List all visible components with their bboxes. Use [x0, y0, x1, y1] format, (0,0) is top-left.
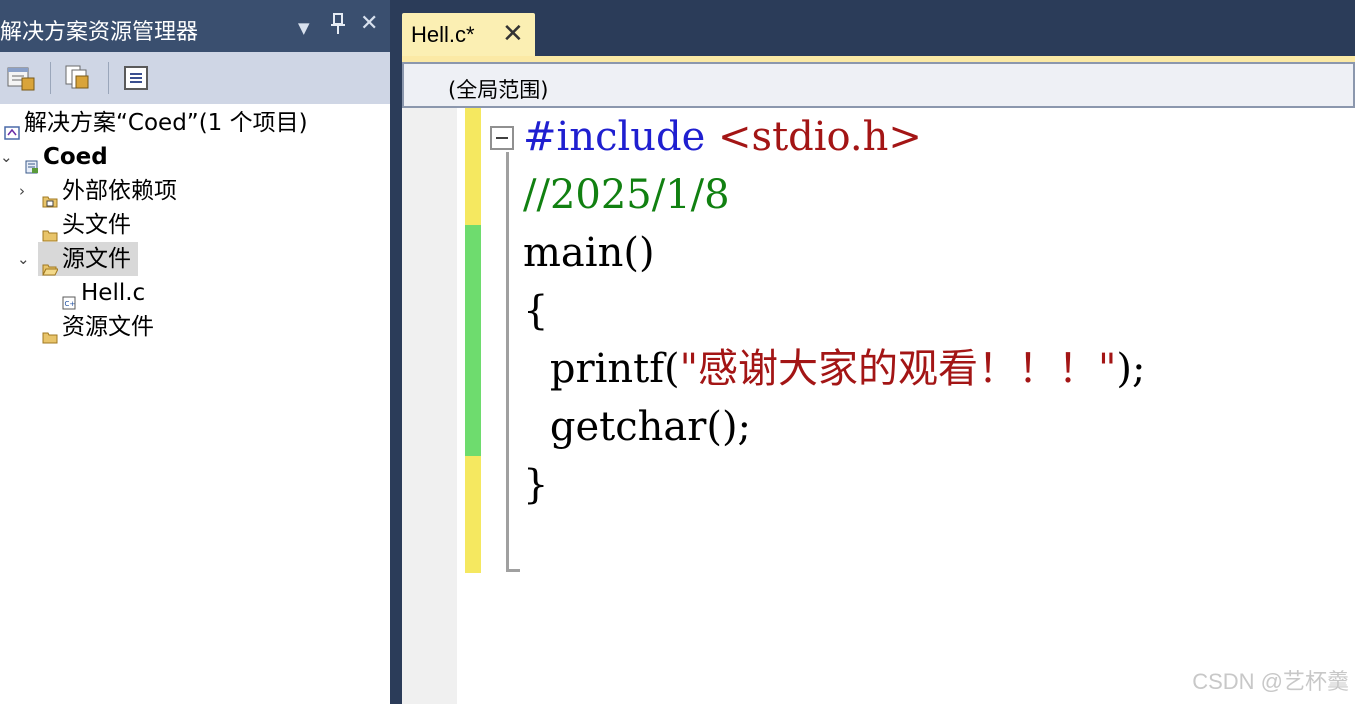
show-all-files-icon[interactable] — [62, 64, 92, 92]
code-line-1: #include <stdio.h> — [523, 108, 922, 166]
tab-label: Hell.c* — [411, 22, 475, 47]
explorer-title: 解决方案资源管理器 — [0, 20, 199, 45]
explorer-title-bar: 解决方案资源管理器 ▼ ✕ — [0, 0, 390, 52]
solution-label: 解决方案“Coed”(1 个项目) — [24, 110, 308, 136]
code-line-3: main() — [523, 230, 655, 276]
svg-text:C+: C+ — [65, 300, 76, 308]
include-header: <stdio.h> — [705, 114, 922, 160]
project-icon — [24, 150, 40, 174]
tree-item-header-files[interactable]: 头文件 — [0, 208, 390, 242]
source-files-label: 源文件 — [62, 246, 131, 272]
explorer-toolbar — [0, 52, 390, 104]
expand-toggle[interactable]: › — [19, 174, 25, 208]
toolbar-separator — [50, 62, 51, 94]
code-line-5: printf("感谢大家的观看！！！"); — [499, 340, 1146, 398]
outline-guide-end — [506, 569, 520, 572]
string-literal: "感谢大家的观看！！！" — [679, 346, 1117, 392]
pin-icon[interactable] — [330, 12, 346, 42]
expand-toggle[interactable]: ⌄ — [17, 242, 30, 276]
class-view-icon[interactable] — [122, 64, 152, 92]
external-deps-label: 外部依赖项 — [62, 178, 177, 204]
close-icon[interactable]: ✕ — [360, 12, 378, 36]
folder-icon — [42, 320, 58, 344]
dropdown-icon[interactable]: ▼ — [298, 16, 310, 40]
c-source-file-icon: C+ — [61, 286, 77, 310]
code-editor[interactable]: #include <stdio.h> //2025/1/8 main() { p… — [402, 108, 1355, 704]
code-line-7: } — [523, 462, 549, 508]
scope-dropdown[interactable]: (全局范围) — [402, 62, 1355, 108]
toolbar-separator — [108, 62, 109, 94]
solution-icon — [4, 116, 20, 140]
external-deps-icon — [42, 184, 58, 208]
printf-end: ); — [1116, 346, 1146, 392]
watermark: CSDN @艺杯羹 — [1192, 669, 1349, 694]
tree-item-resource-files[interactable]: 资源文件 — [0, 310, 390, 344]
expand-toggle[interactable]: ⌄ — [0, 140, 13, 174]
tab-hell-c[interactable]: Hell.c* ✕ — [402, 13, 535, 56]
printf-call: printf( — [499, 346, 680, 392]
tree-item-solution[interactable]: 解决方案“Coed”(1 个项目) — [0, 106, 390, 140]
panel-splitter[interactable] — [390, 0, 402, 704]
tree-item-external-deps[interactable]: › 外部依赖项 — [0, 174, 390, 208]
tree-item-hell-c[interactable]: C+ Hell.c — [0, 276, 390, 310]
code-line-6: getchar(); — [499, 404, 752, 450]
resource-files-label: 资源文件 — [62, 314, 154, 340]
collapse-region-icon[interactable] — [490, 126, 514, 150]
change-bar-unsaved — [465, 108, 481, 225]
close-tab-icon[interactable]: ✕ — [502, 19, 524, 49]
scope-label: (全局范围) — [448, 78, 549, 102]
code-line-4: { — [523, 288, 549, 334]
solution-explorer-panel: 解决方案资源管理器 ▼ ✕ 解决方案“Coed”(1 个项目) ⌄ Coed ›… — [0, 0, 390, 704]
code-line-2: //2025/1/8 — [523, 172, 730, 218]
change-bar-saved — [465, 225, 481, 456]
tree-item-project[interactable]: ⌄ Coed — [0, 140, 390, 174]
source-file-label: Hell.c — [81, 280, 146, 306]
folder-icon — [42, 218, 58, 242]
properties-icon[interactable] — [6, 64, 36, 92]
header-files-label: 头文件 — [62, 212, 131, 238]
change-bar-unsaved — [465, 456, 481, 573]
open-folder-icon — [42, 252, 59, 276]
project-label: Coed — [43, 144, 108, 170]
include-directive: #include — [523, 114, 706, 160]
indicator-margin — [402, 108, 457, 704]
tree-item-source-files[interactable]: ⌄ 源文件 — [0, 242, 390, 276]
